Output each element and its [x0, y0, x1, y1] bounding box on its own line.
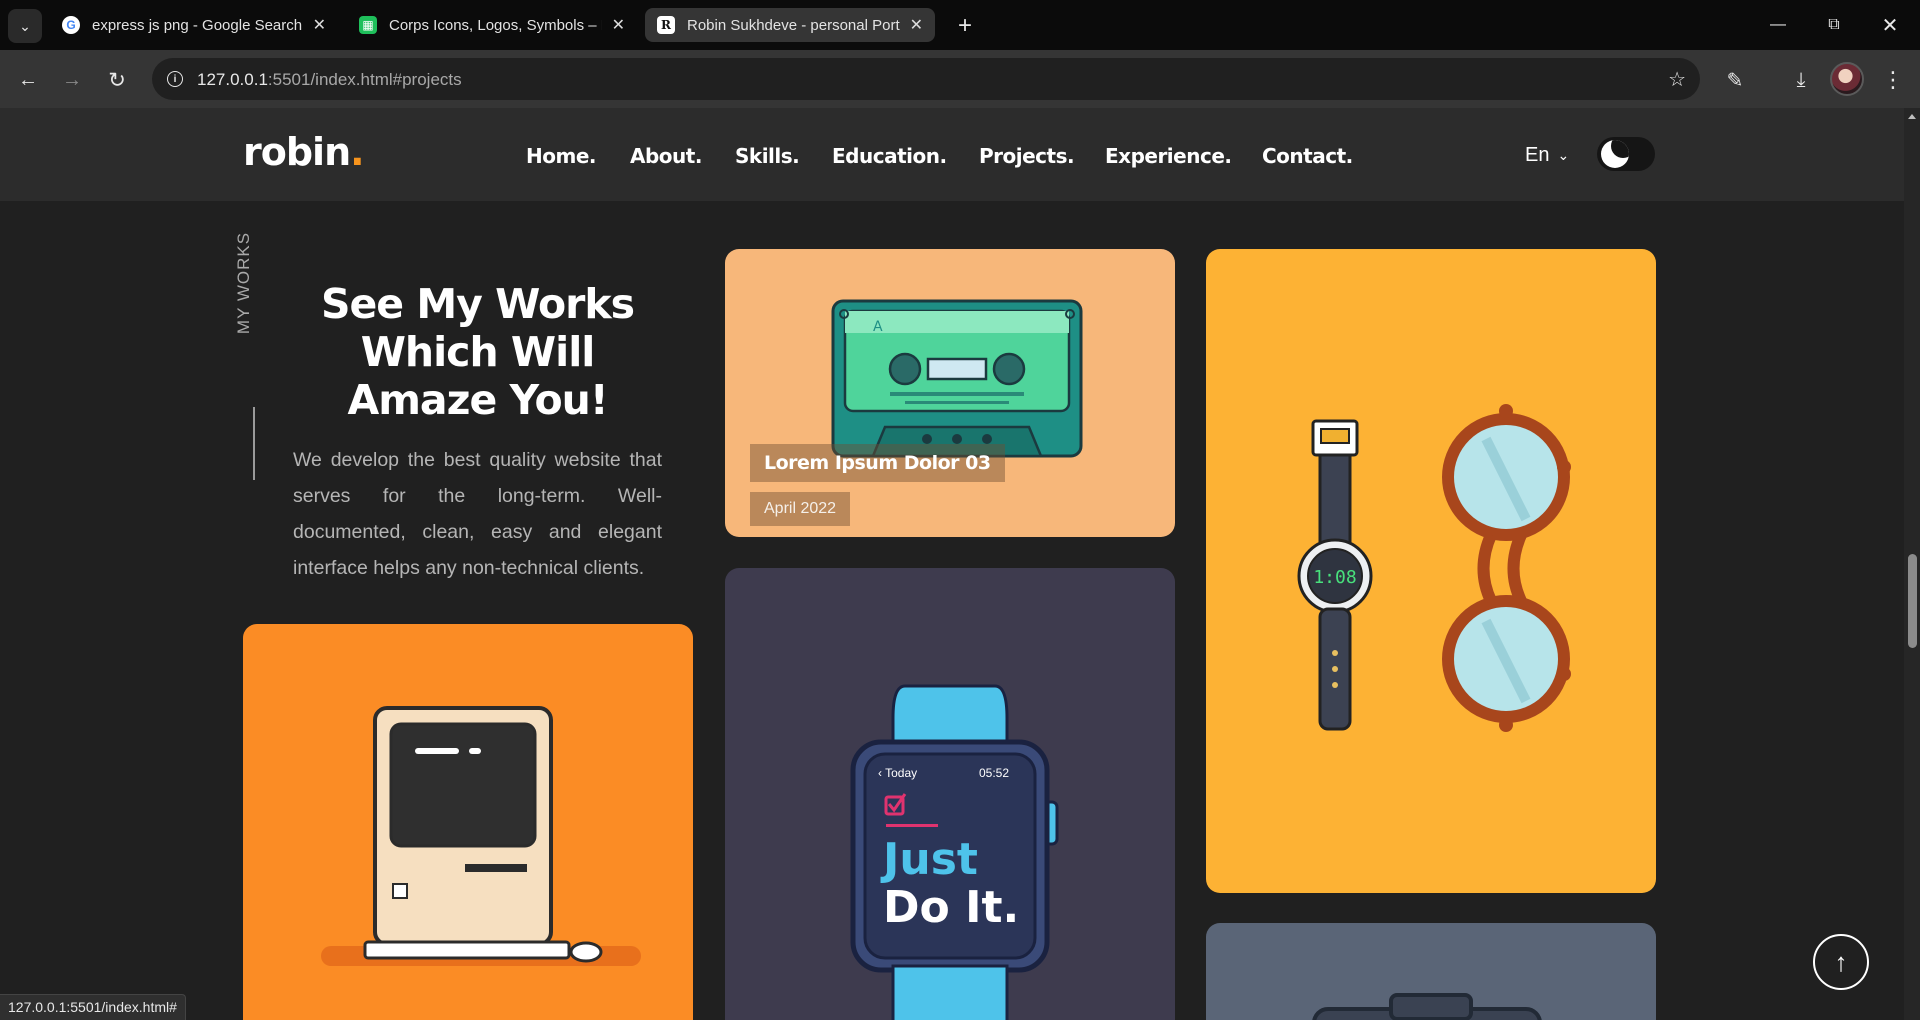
- restore-button[interactable]: ⧉: [1806, 0, 1862, 50]
- nav-experience[interactable]: Experience.: [1105, 144, 1232, 168]
- site-info-button[interactable]: i: [162, 66, 188, 92]
- site-logo[interactable]: robin.: [243, 130, 365, 174]
- extensions-icon[interactable]: ✎: [1720, 65, 1750, 95]
- project-card-smartwatch[interactable]: ‹ Today 05:52 Just Do It.: [725, 568, 1175, 1020]
- close-icon[interactable]: ✕: [313, 15, 326, 35]
- download-icon[interactable]: ⤓: [1786, 65, 1816, 95]
- project-card-watch-glasses[interactable]: 1:08: [1206, 249, 1656, 893]
- section-intro: We develop the best quality website that…: [293, 449, 662, 579]
- project-date: April 2022: [750, 492, 851, 526]
- headline-line: Which Will: [360, 328, 596, 376]
- chevron-down-icon: ⌄: [19, 17, 31, 34]
- smartwatch-illustration: ‹ Today 05:52 Just Do It.: [850, 684, 1059, 1020]
- camera-illustration: [1312, 993, 1542, 1020]
- arrow-up-icon: ↑: [1834, 946, 1848, 977]
- project-card-cassette[interactable]: A Lorem Ipsum Dolor 03 April 2022: [725, 249, 1175, 537]
- watch-line-2: Do It.: [883, 882, 1019, 933]
- tab-title: Robin Sukhdeve - personal Port: [687, 16, 900, 34]
- status-bar-url: 127.0.0.1:5501/index.html#: [0, 994, 186, 1020]
- tab-title: Corps Icons, Logos, Symbols – F: [389, 16, 602, 34]
- section-label: MY WORKS: [234, 231, 253, 335]
- headline-line: See My Works: [320, 280, 635, 328]
- browser-tab-google[interactable]: G express js png - Google Search ✕: [50, 8, 338, 42]
- nav-about[interactable]: About.: [630, 144, 702, 168]
- scrollbar-thumb[interactable]: [1908, 554, 1917, 648]
- project-title: Lorem Ipsum Dolor 03: [750, 444, 1005, 482]
- language-select[interactable]: En ⌄: [1525, 144, 1569, 167]
- retro-computer-illustration: [321, 706, 641, 966]
- nav-education[interactable]: Education.: [832, 144, 947, 168]
- url-host: 127.0.0.1: [197, 70, 268, 89]
- nav-skills[interactable]: Skills.: [735, 144, 800, 168]
- nav-projects[interactable]: Projects.: [979, 144, 1075, 168]
- chevron-down-icon: ⌄: [1557, 147, 1570, 163]
- close-window-button[interactable]: ✕: [1862, 0, 1918, 50]
- reload-button[interactable]: ↻: [101, 64, 133, 96]
- tab-title: express js png - Google Search: [92, 16, 303, 34]
- section-headline: See My Works Which Will Amaze You!: [300, 280, 655, 424]
- close-icon[interactable]: ✕: [612, 15, 625, 35]
- iconscout-icon: ▦: [359, 16, 377, 34]
- close-icon[interactable]: ✕: [910, 15, 923, 35]
- back-button[interactable]: ←: [12, 64, 44, 96]
- tab-search-button[interactable]: ⌄: [8, 9, 42, 43]
- theme-toggle[interactable]: [1597, 137, 1655, 171]
- info-icon: i: [167, 71, 183, 87]
- svg-text:A: A: [873, 319, 883, 335]
- url-path: :5501/index.html#projects: [267, 70, 462, 89]
- project-card-retro-computer[interactable]: [243, 624, 693, 1020]
- page-viewport: robin. Home. About. Skills. Education. P…: [0, 108, 1904, 1020]
- page-scrollbar[interactable]: [1904, 108, 1920, 1020]
- language-value: En: [1525, 144, 1550, 166]
- url-text[interactable]: 127.0.0.1:5501/index.html#projects: [197, 70, 462, 90]
- google-icon: G: [62, 16, 80, 34]
- browser-tab-strip: ⌄ G express js png - Google Search ✕ ▦ C…: [0, 0, 1920, 50]
- watch-time-text: 1:08: [1313, 567, 1356, 588]
- watch-back-label: ‹ Today: [878, 766, 917, 780]
- scroll-up-arrow-icon[interactable]: [1908, 114, 1916, 119]
- watch-clock-text: 05:52: [979, 766, 1009, 780]
- minimize-button[interactable]: —: [1750, 0, 1806, 50]
- scroll-to-top-button[interactable]: ↑: [1813, 934, 1869, 990]
- moon-icon: [1601, 140, 1629, 168]
- robin-r-icon: R: [657, 16, 675, 34]
- menu-kebab-icon[interactable]: ⋮: [1878, 65, 1908, 95]
- watch-and-glasses-illustration: 1:08: [1297, 404, 1571, 732]
- nav-contact[interactable]: Contact.: [1262, 144, 1353, 168]
- nav-home[interactable]: Home.: [526, 144, 596, 168]
- logo-text: robin: [243, 130, 351, 174]
- section-divider: [253, 407, 255, 480]
- headline-line: Amaze You!: [347, 376, 608, 424]
- address-bar[interactable]: i 127.0.0.1:5501/index.html#projects ☆: [152, 58, 1700, 100]
- bookmark-star-icon[interactable]: ☆: [1668, 67, 1686, 92]
- browser-toolbar: ← → ↻ i 127.0.0.1:5501/index.html#projec…: [0, 50, 1920, 108]
- profile-avatar[interactable]: [1830, 62, 1864, 96]
- watch-line-1: Just: [880, 834, 978, 885]
- browser-tab-iconscout[interactable]: ▦ Corps Icons, Logos, Symbols – F ✕: [347, 8, 637, 42]
- project-card-camera[interactable]: [1206, 923, 1656, 1020]
- watch-back-text: Today: [885, 766, 917, 780]
- forward-button[interactable]: →: [56, 64, 88, 96]
- browser-tab-robin[interactable]: R Robin Sukhdeve - personal Port ✕: [645, 8, 935, 42]
- logo-dot: .: [350, 130, 364, 174]
- new-tab-button[interactable]: +: [948, 9, 982, 43]
- site-header: robin. Home. About. Skills. Education. P…: [0, 108, 1904, 201]
